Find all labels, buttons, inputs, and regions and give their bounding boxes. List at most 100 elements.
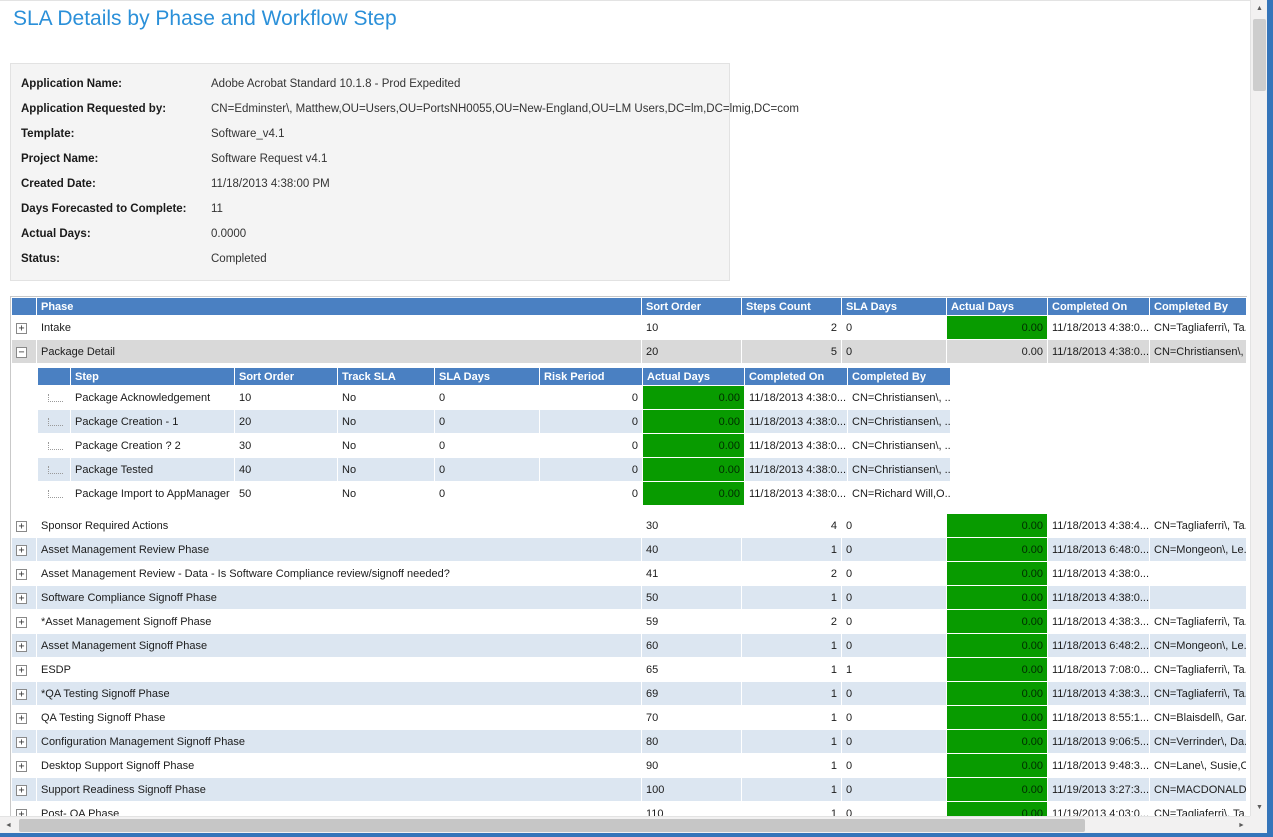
phase-completed-on-cell: 11/18/2013 4:38:0... [1048, 316, 1150, 340]
info-field-value: Software_v4.1 [211, 128, 285, 141]
phase-sla-days-cell: 0 [842, 754, 947, 778]
phase-completed-by-cell: CN=Tagliaferri\, Ta... [1150, 658, 1247, 682]
info-field-label: Days Forecasted to Complete: [21, 203, 211, 216]
info-panel: Application Name:Adobe Acrobat Standard … [10, 63, 730, 281]
phase-name-cell: Asset Management Review Phase [37, 538, 642, 562]
step-table-cell: StepSort OrderTrack SLASLA DaysRisk Peri… [12, 364, 1247, 514]
step-name-cell: Package Import to AppManager [71, 482, 235, 506]
phase-column-header: Completed By [1150, 298, 1247, 316]
info-field-label: Project Name: [21, 153, 211, 166]
info-field: Days Forecasted to Complete:11 [11, 197, 729, 222]
step-actual-days-cell: 0.00 [643, 434, 745, 458]
expand-icon[interactable]: + [16, 689, 27, 700]
phase-name-cell: ESDP [37, 658, 642, 682]
expand-icon[interactable]: + [16, 593, 27, 604]
phase-actual-days-cell: 0.00 [947, 802, 1048, 817]
step-actual-days-cell: 0.00 [643, 458, 745, 482]
expand-icon[interactable]: + [16, 617, 27, 628]
phase-name-cell: Post- QA Phase [37, 802, 642, 817]
phase-row: +Support Readiness Signoff Phase100100.0… [12, 778, 1247, 802]
scroll-down-icon[interactable]: ▼ [1251, 799, 1268, 816]
phase-actual-days-cell: 0.00 [947, 538, 1048, 562]
phase-column-header: Sort Order [642, 298, 742, 316]
phase-completed-on-cell: 11/18/2013 4:38:3... [1048, 610, 1150, 634]
step-name-cell: Package Creation - 1 [71, 410, 235, 434]
scroll-up-icon[interactable]: ▲ [1251, 0, 1268, 17]
expand-icon[interactable]: + [16, 713, 27, 724]
step-completed-on-cell: 11/18/2013 4:38:0... [745, 482, 848, 506]
info-field-value: 11/18/2013 4:38:00 PM [211, 178, 330, 191]
phase-completed-on-cell: 11/18/2013 8:55:1... [1048, 706, 1150, 730]
phase-steps-count-cell: 1 [742, 754, 842, 778]
expand-icon[interactable]: + [16, 569, 27, 580]
phase-sort-order-cell: 69 [642, 682, 742, 706]
phase-name-cell: Desktop Support Signoff Phase [37, 754, 642, 778]
horizontal-scrollbar[interactable]: ◄ ► [0, 816, 1250, 833]
report-title: SLA Details by Phase and Workflow Step [13, 7, 397, 31]
step-sla-days-cell: 0 [435, 482, 540, 506]
expand-icon[interactable]: + [16, 665, 27, 676]
vertical-scrollbar[interactable]: ▲ ▼ [1250, 0, 1267, 816]
phase-table-container: PhaseSort OrderSteps CountSLA DaysActual… [10, 296, 1247, 816]
expand-icon[interactable]: + [16, 761, 27, 772]
info-field: Project Name:Software Request v4.1 [11, 147, 729, 172]
step-completed-on-cell: 11/18/2013 4:38:0... [745, 458, 848, 482]
phase-name-cell: Asset Management Review - Data - Is Soft… [37, 562, 642, 586]
expand-cell: + [12, 802, 37, 817]
step-row: Package Import to AppManager50No000.0011… [38, 482, 951, 506]
phase-actual-days-cell: 0.00 [947, 316, 1048, 340]
expand-icon[interactable]: + [16, 545, 27, 556]
phase-actual-days-cell: 0.00 [947, 658, 1048, 682]
phase-sla-days-cell: 0 [842, 514, 947, 538]
step-completed-on-cell: 11/18/2013 4:38:0... [745, 410, 848, 434]
phase-completed-on-cell: 11/18/2013 7:08:0... [1048, 658, 1150, 682]
phase-steps-count-cell: 2 [742, 562, 842, 586]
phase-steps-count-cell: 2 [742, 316, 842, 340]
phase-actual-days-cell: 0.00 [947, 514, 1048, 538]
expand-icon[interactable]: + [16, 737, 27, 748]
phase-actual-days-cell: 0.00 [947, 706, 1048, 730]
info-field-value: Adobe Acrobat Standard 10.1.8 - Prod Exp… [211, 78, 460, 91]
phase-completed-by-cell: CN=Tagliaferri\, Ta... [1150, 802, 1247, 817]
scroll-left-icon[interactable]: ◄ [0, 817, 17, 834]
expand-icon[interactable]: + [16, 521, 27, 532]
step-sla-days-cell: 0 [435, 386, 540, 410]
phase-actual-days-cell: 0.00 [947, 754, 1048, 778]
horizontal-scrollbar-thumb[interactable] [19, 819, 1085, 832]
collapse-icon[interactable]: − [16, 347, 27, 358]
step-sla-days-cell: 0 [435, 410, 540, 434]
tree-branch-icon [48, 394, 63, 402]
step-actual-days-cell: 0.00 [643, 386, 745, 410]
step-completed-by-cell: CN=Christiansen\, ... [848, 458, 951, 482]
phase-sla-days-cell: 0 [842, 316, 947, 340]
step-row: Package Tested40No000.0011/18/2013 4:38:… [38, 458, 951, 482]
expand-icon[interactable]: + [16, 785, 27, 796]
phase-actual-days-cell: 0.00 [947, 634, 1048, 658]
step-sort-order-cell: 10 [235, 386, 338, 410]
expand-cell: + [12, 682, 37, 706]
expand-icon[interactable]: + [16, 641, 27, 652]
vertical-scrollbar-thumb[interactable] [1253, 19, 1266, 91]
phase-row: +Post- QA Phase110100.0011/19/2013 4:03:… [12, 802, 1247, 817]
info-field-value: CN=Edminster\, Matthew,OU=Users,OU=Ports… [211, 103, 799, 116]
phase-completed-by-cell: CN=Tagliaferri\, Ta... [1150, 682, 1247, 706]
step-tree-column-header [38, 368, 71, 386]
expand-icon[interactable]: + [16, 323, 27, 334]
step-sla-days-cell: 0 [435, 434, 540, 458]
phase-actual-days-cell: 0.00 [947, 586, 1048, 610]
phase-sla-days-cell: 0 [842, 340, 947, 364]
phase-row: +Desktop Support Signoff Phase90100.0011… [12, 754, 1247, 778]
expand-cell: + [12, 514, 37, 538]
expand-icon[interactable]: + [16, 809, 27, 817]
step-column-header: Completed On [745, 368, 848, 386]
expand-column-header [12, 298, 37, 316]
phase-row: −Package Detail20500.0011/18/2013 4:38:0… [12, 340, 1247, 364]
step-completed-by-cell: CN=Christiansen\, ... [848, 386, 951, 410]
phase-completed-on-cell: 11/18/2013 4:38:0... [1048, 340, 1150, 364]
phase-completed-on-cell: 11/18/2013 4:38:3... [1048, 682, 1150, 706]
phase-sort-order-cell: 60 [642, 634, 742, 658]
phase-completed-on-cell: 11/18/2013 4:38:0... [1048, 586, 1150, 610]
expand-cell: + [12, 778, 37, 802]
scroll-right-icon[interactable]: ► [1233, 817, 1250, 834]
phase-sla-days-cell: 0 [842, 586, 947, 610]
